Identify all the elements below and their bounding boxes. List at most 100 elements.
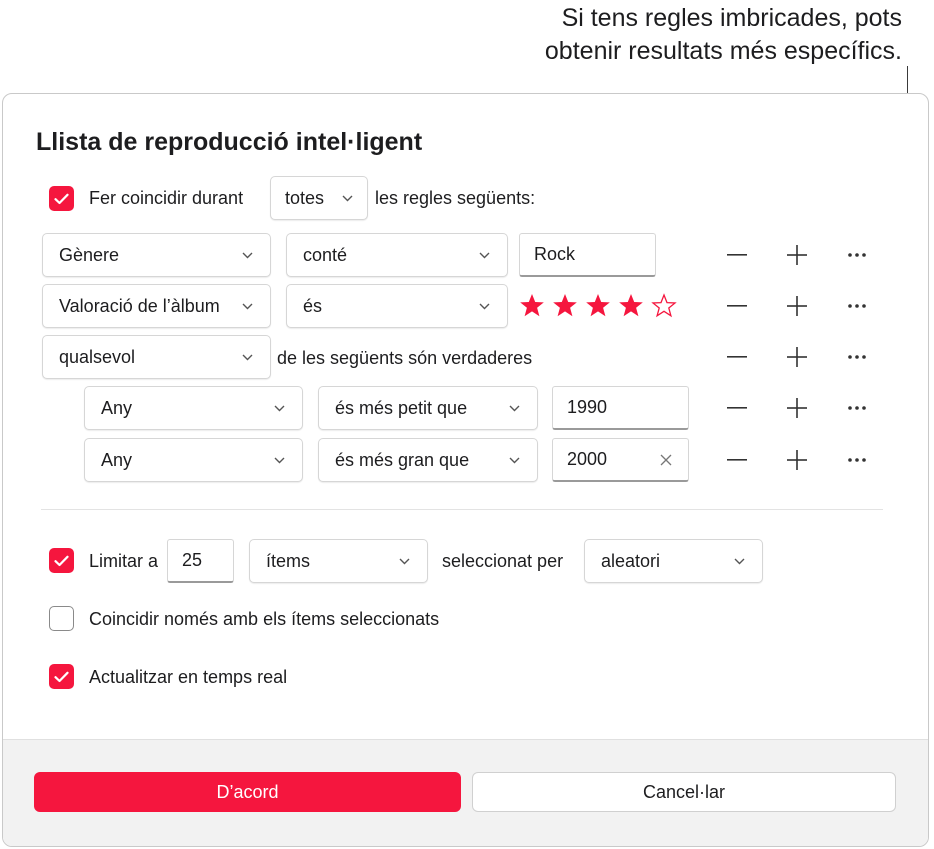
dialog-title: Llista de reproducció intel·ligent bbox=[36, 128, 423, 156]
nested-rule-1-remove-button[interactable] bbox=[722, 393, 752, 423]
chevron-down-icon bbox=[274, 405, 285, 412]
chevron-down-icon bbox=[479, 252, 490, 259]
selected-by-dropdown[interactable]: aleatori bbox=[584, 539, 763, 583]
more-icon bbox=[848, 253, 866, 257]
chevron-down-icon bbox=[509, 457, 520, 464]
rule-1-add-button[interactable] bbox=[782, 240, 812, 270]
checkmark-icon bbox=[54, 555, 69, 566]
nested-rule-1-value: 1990 bbox=[567, 397, 608, 417]
rule-1-field: Gènere bbox=[59, 244, 120, 265]
rule-3-more-button[interactable] bbox=[842, 342, 872, 372]
nested-rule-1-operator: és més petit que bbox=[335, 397, 468, 418]
clear-icon[interactable] bbox=[658, 452, 674, 468]
checkmark-icon bbox=[54, 671, 69, 682]
section-divider bbox=[41, 509, 883, 510]
selected-by-value: aleatori bbox=[601, 550, 661, 571]
more-icon bbox=[848, 458, 866, 462]
limit-value: 25 bbox=[182, 550, 203, 570]
match-selected-label: Coincidir només amb els ítems selecciona… bbox=[89, 609, 440, 629]
selected-by-label: seleccionat per bbox=[442, 551, 564, 571]
chevron-down-icon bbox=[399, 558, 410, 565]
nested-rule-2-operator: és més gran que bbox=[335, 449, 470, 470]
star-filled-icon[interactable] bbox=[519, 293, 545, 318]
rule-1-value-field[interactable]: Rock bbox=[519, 233, 656, 277]
rule-2-remove-button[interactable] bbox=[722, 291, 752, 321]
chevron-down-icon bbox=[479, 303, 490, 310]
more-icon bbox=[848, 406, 866, 410]
nested-rule-2-remove-button[interactable] bbox=[722, 445, 752, 475]
nested-rule-2-operator-dropdown[interactable]: és més gran que bbox=[318, 438, 538, 482]
chevron-down-icon bbox=[242, 303, 253, 310]
live-update-checkbox[interactable] bbox=[49, 664, 74, 689]
rule-2-more-button[interactable] bbox=[842, 291, 872, 321]
match-mode-value: totes bbox=[285, 187, 325, 208]
minus-icon bbox=[727, 254, 747, 256]
minus-icon bbox=[727, 407, 747, 409]
rule-2-field-dropdown[interactable]: Valoració de l’àlbum bbox=[42, 284, 271, 328]
nested-rule-1-value-field[interactable]: 1990 bbox=[552, 386, 689, 430]
nested-rule-2-value: 2000 bbox=[567, 449, 608, 469]
callout-line-1: Si tens regles imbricades, pots bbox=[561, 4, 902, 32]
rating-stars[interactable] bbox=[519, 293, 677, 318]
match-label: Fer coincidir durant bbox=[89, 188, 244, 208]
limit-value-field[interactable]: 25 bbox=[167, 539, 234, 583]
dialog-footer: D’acord Cancel·lar bbox=[3, 739, 928, 846]
nested-rule-2-field-dropdown[interactable]: Any bbox=[84, 438, 303, 482]
minus-icon bbox=[727, 305, 747, 307]
plus-icon bbox=[787, 296, 807, 316]
chevron-down-icon bbox=[509, 405, 520, 412]
nested-rule-2-field: Any bbox=[101, 449, 133, 470]
rule-3-text: de les següents són verdaderes bbox=[277, 348, 533, 368]
rule-1-value: Rock bbox=[534, 244, 576, 264]
rule-2-operator: és bbox=[303, 295, 323, 316]
minus-icon bbox=[727, 459, 747, 461]
nested-rule-1-add-button[interactable] bbox=[782, 393, 812, 423]
ok-button[interactable]: D’acord bbox=[34, 772, 461, 812]
rule-3-remove-button[interactable] bbox=[722, 342, 752, 372]
limit-label: Limitar a bbox=[89, 551, 159, 571]
chevron-down-icon bbox=[242, 252, 253, 259]
more-icon bbox=[848, 304, 866, 308]
callout-text: Si tens regles imbricades, pots obtenir … bbox=[382, 2, 902, 68]
star-filled-icon[interactable] bbox=[585, 293, 611, 318]
star-filled-icon[interactable] bbox=[552, 293, 578, 318]
smart-playlist-dialog: Llista de reproducció intel·ligent Fer c… bbox=[2, 93, 929, 847]
minus-icon bbox=[727, 356, 747, 358]
nested-rule-1-operator-dropdown[interactable]: és més petit que bbox=[318, 386, 538, 430]
chevron-down-icon bbox=[342, 195, 353, 202]
cancel-button[interactable]: Cancel·lar bbox=[472, 772, 896, 812]
limit-unit: ítems bbox=[266, 550, 311, 571]
rule-3-field: qualsevol bbox=[59, 346, 136, 367]
plus-icon bbox=[787, 398, 807, 418]
match-selected-checkbox[interactable] bbox=[49, 606, 74, 631]
nested-rule-1-field-dropdown[interactable]: Any bbox=[84, 386, 303, 430]
match-mode-dropdown[interactable]: totes bbox=[270, 176, 368, 220]
rule-2-operator-dropdown[interactable]: és bbox=[286, 284, 508, 328]
nested-rule-2-add-button[interactable] bbox=[782, 445, 812, 475]
limit-checkbox[interactable] bbox=[49, 548, 74, 573]
checkmark-icon bbox=[54, 193, 69, 204]
rule-3-add-button[interactable] bbox=[782, 342, 812, 372]
rule-1-more-button[interactable] bbox=[842, 240, 872, 270]
nested-rule-1-more-button[interactable] bbox=[842, 393, 872, 423]
plus-icon bbox=[787, 245, 807, 265]
rule-1-remove-button[interactable] bbox=[722, 240, 752, 270]
match-suffix: les regles següents: bbox=[375, 188, 536, 208]
limit-unit-dropdown[interactable]: ítems bbox=[249, 539, 428, 583]
live-update-label: Actualitzar en temps real bbox=[89, 667, 288, 687]
star-filled-icon[interactable] bbox=[618, 293, 644, 318]
rule-1-field-dropdown[interactable]: Gènere bbox=[42, 233, 271, 277]
more-icon bbox=[848, 355, 866, 359]
callout-line-2: obtenir resultats més específics. bbox=[544, 37, 902, 65]
plus-icon bbox=[787, 347, 807, 367]
chevron-down-icon bbox=[242, 354, 253, 361]
star-outline-icon[interactable] bbox=[651, 293, 677, 318]
nested-rule-2-value-field[interactable]: 2000 bbox=[552, 438, 689, 482]
match-checkbox[interactable] bbox=[49, 186, 74, 211]
plus-icon bbox=[787, 450, 807, 470]
rule-3-group-dropdown[interactable]: qualsevol bbox=[42, 335, 271, 379]
rule-2-add-button[interactable] bbox=[782, 291, 812, 321]
rule-1-operator-dropdown[interactable]: conté bbox=[286, 233, 508, 277]
nested-rule-2-more-button[interactable] bbox=[842, 445, 872, 475]
rule-1-operator: conté bbox=[303, 244, 348, 265]
